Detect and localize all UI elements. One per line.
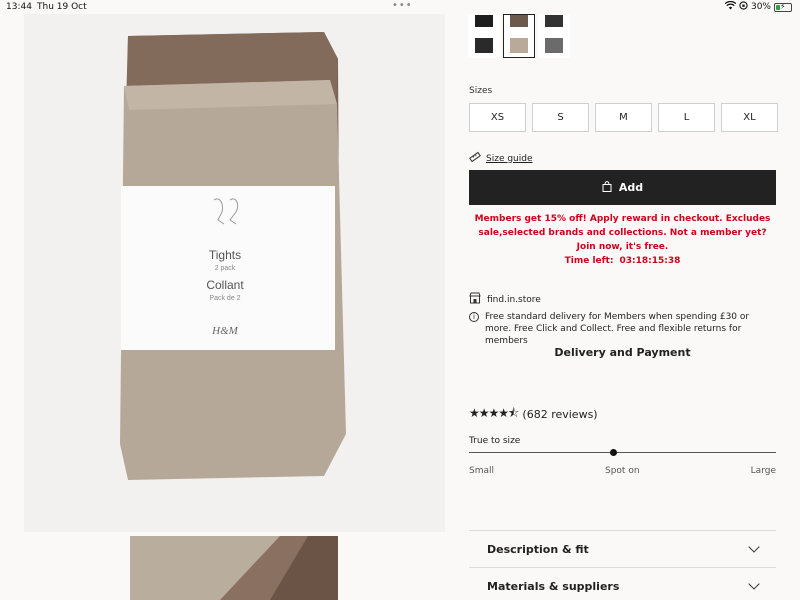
timer-value: 03:18:15:38 <box>619 256 681 266</box>
size-option-m[interactable]: M <box>595 103 652 132</box>
timer-label: Time left: <box>564 256 614 266</box>
size-guide-link[interactable]: Size guide <box>469 151 533 166</box>
size-selector: XS S M L XL <box>469 103 778 132</box>
materials-suppliers-accordion[interactable]: Materials & suppliers <box>469 567 776 600</box>
rotation-lock-icon <box>739 1 748 13</box>
chevron-down-icon <box>748 578 760 590</box>
bag-icon <box>602 180 612 195</box>
fit-scale-spot-on: Spot on <box>605 466 640 476</box>
delivery-info: i Free standard delivery for Members whe… <box>469 311 776 347</box>
brand-logo: H&M <box>211 325 239 337</box>
promo-timer: Time left: 03:18:15:38 <box>469 254 776 268</box>
battery-percent: 30% <box>750 2 771 12</box>
size-option-xl[interactable]: XL <box>721 103 778 132</box>
color-swatch-black[interactable] <box>468 14 500 58</box>
star-rating-icon: ★★★★⯪ <box>469 406 519 420</box>
product-thumbnail-image[interactable] <box>130 536 338 600</box>
status-date: Thu 19 Oct <box>37 2 87 12</box>
add-to-bag-button[interactable]: Add <box>469 170 776 205</box>
description-fit-accordion[interactable]: Description & fit <box>469 530 776 567</box>
find-in-store-label: find.in.store <box>487 294 541 305</box>
status-right: 30% ⚡ <box>724 0 792 13</box>
delivery-info-text: Free standard delivery for Members when … <box>485 312 750 346</box>
ruler-icon <box>469 151 481 166</box>
reviews-count: (682 reviews) <box>522 408 598 421</box>
product-main-image[interactable]: Tights 2 pack Collant Pack de 2 H&M <box>24 14 445 532</box>
member-promo: Members get 15% off! Apply reward in che… <box>469 212 776 268</box>
pack-title: Tights <box>209 248 241 262</box>
promo-message: Members get 15% off! Apply reward in che… <box>474 214 771 252</box>
fit-scale-small: Small <box>469 466 494 476</box>
color-swatches <box>468 14 570 58</box>
find-in-store-link[interactable]: find.in.store <box>469 292 541 307</box>
wifi-icon <box>724 0 737 13</box>
size-option-l[interactable]: L <box>658 103 715 132</box>
size-option-s[interactable]: S <box>532 103 589 132</box>
pack-count-fr: Pack de 2 <box>209 295 240 302</box>
status-bar: 13:44 Thu 19 Oct ••• 30% ⚡ <box>0 0 800 14</box>
status-time: 13:44 <box>6 2 32 12</box>
fit-scale-track <box>469 452 776 453</box>
multitask-dots-icon[interactable]: ••• <box>392 0 413 11</box>
fit-indicator <box>609 449 617 456</box>
battery-icon: ⚡ <box>774 2 792 12</box>
delivery-and-payment-link[interactable]: Delivery and Payment <box>469 346 776 359</box>
size-option-xs[interactable]: XS <box>469 103 526 132</box>
accordion-label: Description & fit <box>487 542 589 556</box>
accordion-label: Materials & suppliers <box>487 579 620 593</box>
color-swatch-grey[interactable] <box>538 14 570 58</box>
chevron-down-icon <box>748 541 760 553</box>
pack-count: 2 pack <box>215 265 236 272</box>
pack-title-fr: Collant <box>206 278 244 292</box>
color-swatch-beige[interactable] <box>503 14 535 58</box>
fit-scale-large: Large <box>750 466 776 476</box>
sizes-label: Sizes <box>469 86 493 96</box>
fit-label: True to size <box>469 436 521 446</box>
store-icon <box>469 292 481 307</box>
size-guide-label: Size guide <box>486 153 533 164</box>
add-button-label: Add <box>618 181 644 194</box>
info-icon: i <box>469 312 479 322</box>
reviews-summary[interactable]: ★★★★⯪ (682 reviews) <box>469 404 598 425</box>
